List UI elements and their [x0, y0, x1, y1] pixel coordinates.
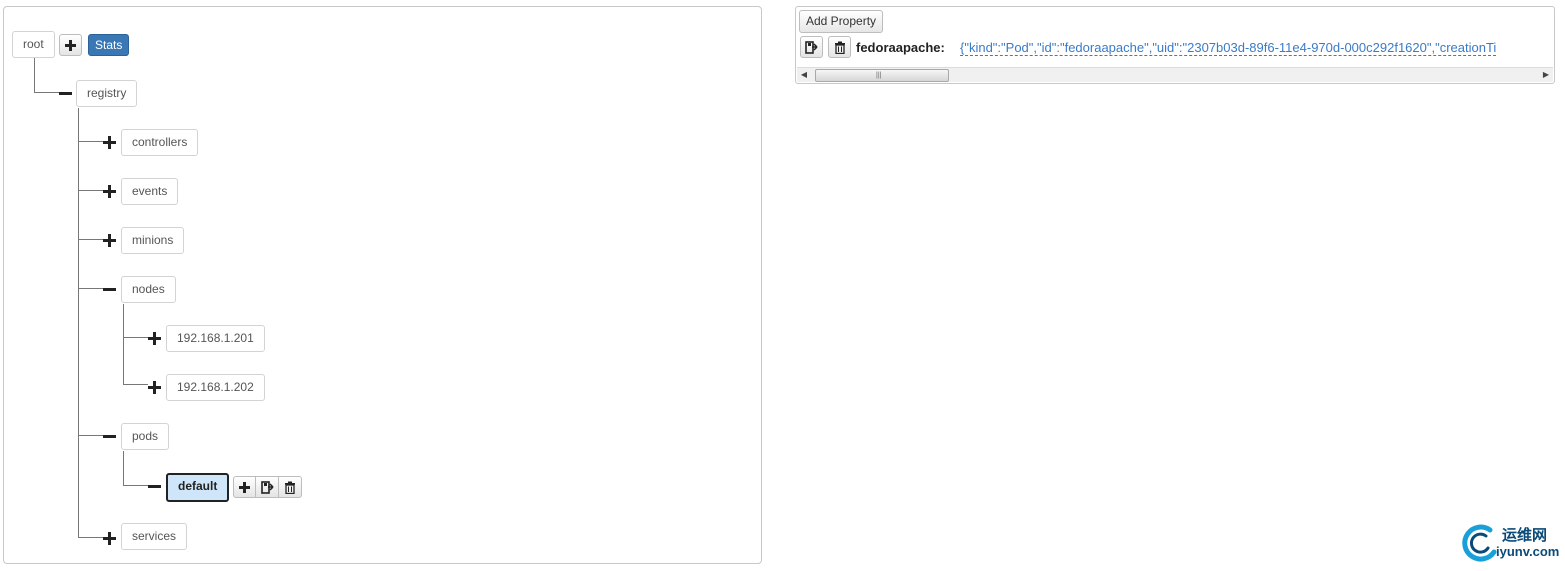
tree-panel: root Stats registry controllers events m… — [3, 6, 762, 564]
plus-icon — [65, 39, 76, 51]
connector-line — [34, 92, 59, 93]
add-property-button[interactable]: Add Property — [799, 10, 884, 33]
expand-toggle[interactable] — [103, 185, 116, 198]
save-button[interactable] — [256, 476, 279, 498]
collapse-toggle[interactable] — [59, 87, 72, 100]
arrow-left-icon[interactable]: ◀ — [797, 68, 811, 82]
collapse-toggle[interactable] — [148, 480, 161, 493]
plus-icon — [239, 481, 250, 493]
horizontal-scrollbar[interactable]: ◀ ||| ▶ — [797, 67, 1553, 82]
trash-icon — [285, 481, 295, 494]
tree-node-registry[interactable]: registry — [76, 80, 138, 107]
watermark-logo: 运维网 iyunv.com — [1460, 522, 1560, 564]
stats-button[interactable]: Stats — [88, 34, 130, 56]
expand-toggle[interactable] — [148, 381, 161, 394]
collapse-toggle[interactable] — [103, 430, 116, 443]
scrollbar-thumb[interactable]: ||| — [815, 69, 949, 82]
connector-line — [123, 304, 124, 384]
tree-node-services[interactable]: services — [121, 523, 188, 550]
connector-line — [78, 141, 103, 142]
tree-node-pods[interactable]: pods — [121, 423, 170, 450]
connector-line — [78, 239, 103, 240]
tree-node-controllers[interactable]: controllers — [121, 129, 199, 156]
connector-line — [78, 288, 103, 289]
tree-node-minions[interactable]: minions — [121, 227, 185, 254]
node-actions — [233, 476, 302, 498]
watermark-text-cn: 运维网 — [1502, 527, 1548, 544]
expand-toggle[interactable] — [148, 332, 161, 345]
property-row: fedoraapache: {"kind":"Pod","id":"fedora… — [800, 36, 1554, 60]
connector-line — [34, 56, 35, 92]
property-value[interactable]: {"kind":"Pod","id":"fedoraapache","uid":… — [960, 40, 1497, 56]
connector-line — [78, 190, 103, 191]
grip-icon: ||| — [876, 72, 882, 79]
delete-button[interactable] — [279, 476, 302, 498]
tree-node-events[interactable]: events — [121, 178, 179, 205]
save-icon — [260, 480, 274, 494]
connector-line — [78, 435, 103, 436]
tree-node-default[interactable]: default — [166, 473, 230, 502]
trash-icon — [834, 41, 845, 54]
tree-node-ip-202[interactable]: 192.168.1.202 — [166, 374, 265, 401]
add-child-button[interactable] — [59, 34, 82, 56]
watermark-text-en: iyunv.com — [1496, 544, 1560, 559]
property-key: fedoraapache: — [856, 40, 945, 55]
connector-line — [123, 485, 148, 486]
delete-button[interactable] — [828, 36, 851, 58]
connector-line — [78, 537, 103, 538]
expand-toggle[interactable] — [103, 532, 116, 545]
arrow-right-icon[interactable]: ▶ — [1539, 68, 1553, 82]
tree-node-nodes[interactable]: nodes — [121, 276, 176, 303]
tree-node-ip-201[interactable]: 192.168.1.201 — [166, 325, 265, 352]
add-child-button[interactable] — [233, 476, 256, 498]
connector-line — [123, 384, 148, 385]
connector-line — [123, 451, 124, 485]
connector-line — [123, 337, 148, 338]
connector-line — [78, 108, 79, 538]
save-icon — [805, 40, 818, 54]
expand-toggle[interactable] — [103, 234, 116, 247]
tree-node-root[interactable]: root — [12, 31, 55, 58]
property-panel: Add Property fedoraapache: {"kind":"Pod"… — [795, 6, 1555, 84]
expand-toggle[interactable] — [103, 136, 116, 149]
collapse-toggle[interactable] — [103, 283, 116, 296]
logo-icon — [1462, 524, 1497, 562]
save-button[interactable] — [800, 36, 823, 58]
